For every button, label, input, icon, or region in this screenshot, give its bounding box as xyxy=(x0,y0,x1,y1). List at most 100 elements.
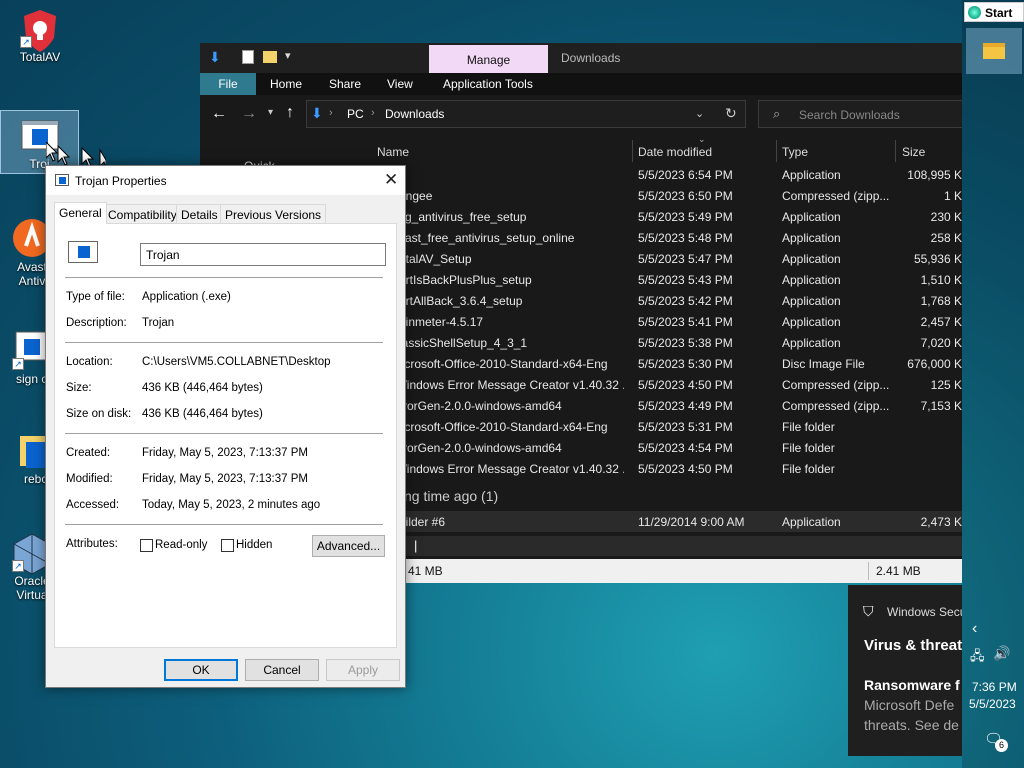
refresh-icon[interactable]: ↻ xyxy=(725,105,737,122)
attributes-label: Attributes: xyxy=(66,538,118,550)
start-orb-icon xyxy=(968,6,981,19)
start-label: Start xyxy=(985,6,1013,20)
file-date: 5/5/2023 6:54 PM xyxy=(638,168,733,182)
volume-icon[interactable]: 🔊 xyxy=(993,645,1010,662)
recent-locations-chevron-icon[interactable]: ▾ xyxy=(268,107,273,118)
file-explorer-taskbar-button[interactable] xyxy=(966,28,1022,74)
table-row[interactable]: otalAV_Setup 5/5/2023 5:47 PM Application 5… xyxy=(358,248,962,269)
advanced-button[interactable]: Advanced... xyxy=(312,535,385,557)
table-row[interactable]: rrorGen-2.0.0-windows-amd64 5/5/2023 4:49… xyxy=(358,395,962,416)
back-arrow-icon[interactable]: ← xyxy=(211,105,227,123)
up-arrow-icon[interactable]: ↑ xyxy=(286,104,294,122)
separator xyxy=(65,277,383,278)
status-total-size: 2.41 MB xyxy=(876,564,921,578)
file-date: 5/5/2023 5:43 PM xyxy=(638,273,733,287)
clock-time[interactable]: 7:36 PM xyxy=(972,680,1017,694)
table-row[interactable]: artIsBackPlusPlus_setup 5/5/2023 5:43 PM A… xyxy=(358,269,962,290)
file-size: 55,936 K xyxy=(913,252,962,266)
forward-arrow-icon[interactable]: → xyxy=(241,105,257,123)
description-value: Trojan xyxy=(142,317,175,329)
tab-details[interactable]: Details xyxy=(176,204,223,224)
hidden-label[interactable]: Hidden xyxy=(236,539,272,551)
column-header-size[interactable]: Size xyxy=(902,145,925,159)
file-type: Disc Image File xyxy=(782,357,865,371)
properties-icon[interactable] xyxy=(242,50,254,64)
tab-file[interactable]: File xyxy=(200,73,256,95)
horizontal-scrollbar[interactable]: | xyxy=(400,536,962,556)
tab-compatibility[interactable]: Compatibility xyxy=(103,204,182,224)
dropdown-chevron-icon[interactable]: ⌄ xyxy=(695,107,704,120)
file-date: 11/29/2014 9:00 AM xyxy=(638,515,745,529)
table-row[interactable]: vg_antivirus_free_setup 5/5/2023 5:49 PM A… xyxy=(358,206,962,227)
desktop-icon-totalav[interactable]: ↗ TotalAV xyxy=(8,8,72,64)
column-header-date[interactable]: Date modified xyxy=(638,145,712,159)
status-divider xyxy=(868,562,869,580)
chevron-left-icon[interactable]: ‹ xyxy=(972,620,977,638)
created-label: Created: xyxy=(66,447,111,459)
group-header[interactable]: ng time ago (1) xyxy=(404,488,498,504)
tab-home[interactable]: Home xyxy=(270,77,302,91)
table-row[interactable]: Vindows Error Message Creator v1.40.32 .… xyxy=(358,374,962,395)
hidden-checkbox[interactable] xyxy=(221,539,234,552)
file-size: 125 K xyxy=(930,378,962,392)
clock-date[interactable]: 5/5/2023 xyxy=(969,697,1016,711)
breadcrumb-separator-icon: › xyxy=(371,107,375,119)
file-name-input[interactable]: Trojan xyxy=(140,243,386,266)
customize-toolbar-icon[interactable]: ▾ xyxy=(285,49,291,62)
table-row[interactable]: artAllBack_3.6.4_setup 5/5/2023 5:42 PM Ap… xyxy=(358,290,962,311)
description-label: Description: xyxy=(66,317,127,329)
file-size: 2,457 K xyxy=(920,315,962,329)
tab-view[interactable]: View xyxy=(387,77,413,91)
sort-chevron-icon: ⌄ xyxy=(698,134,706,144)
read-only-label[interactable]: Read-only xyxy=(155,539,207,551)
file-name: lf xyxy=(399,168,624,182)
new-folder-icon[interactable] xyxy=(263,51,277,63)
table-row[interactable]: rrorGen-2.0.0-windows-amd64 5/5/2023 4:54… xyxy=(358,437,962,458)
network-icon[interactable]: 🖧 xyxy=(970,647,985,669)
table-row[interactable]: licrosoft-Office-2010-Standard-x64-Eng 5/… xyxy=(358,353,962,374)
column-header-type[interactable]: Type xyxy=(782,145,808,159)
ok-button[interactable]: OK xyxy=(164,659,238,681)
dialog-titlebar[interactable]: Trojan Properties ✕ xyxy=(46,166,405,195)
table-row[interactable]: licrosoft-Office-2010-Standard-x64-Eng 5/… xyxy=(358,416,962,437)
accessed-value: Today, May 5, 2023, 2 minutes ago xyxy=(142,499,321,511)
separator xyxy=(65,524,383,525)
apply-button[interactable]: Apply xyxy=(326,659,400,681)
tab-share[interactable]: Share xyxy=(329,77,361,91)
read-only-checkbox[interactable] xyxy=(140,539,153,552)
file-size: 1,510 K xyxy=(920,273,962,287)
table-row[interactable]: lf 5/5/2023 6:54 PM Application 108,995 K xyxy=(358,164,962,185)
table-row[interactable]: ungee 5/5/2023 6:50 PM Compressed (zipp...… xyxy=(358,185,962,206)
table-row[interactable]: lassicShellSetup_4_3_1 5/5/2023 5:38 PM Ap… xyxy=(358,332,962,353)
column-headers: Name ⌄ Date modified Type Size xyxy=(358,134,962,162)
file-name: Vindows Error Message Creator v1.40.32 .… xyxy=(399,378,624,392)
tab-application-tools[interactable]: Application Tools xyxy=(443,77,533,91)
file-type: File folder xyxy=(782,420,835,434)
breadcrumb-pc[interactable]: PC xyxy=(347,107,364,121)
table-row[interactable]: Vindows Error Message Creator v1.40.32 .… xyxy=(358,458,962,479)
column-divider xyxy=(895,140,896,162)
file-name: licrosoft-Office-2010-Standard-x64-Eng xyxy=(399,420,608,434)
start-button[interactable]: Start xyxy=(964,2,1024,22)
tab-general[interactable]: General xyxy=(54,202,107,224)
column-header-name[interactable]: Name xyxy=(377,145,409,159)
search-input[interactable]: ⌕ Search Downloads xyxy=(758,100,962,128)
table-row[interactable]: ainmeter-4.5.17 5/5/2023 5:41 PM Applicati… xyxy=(358,311,962,332)
size-label: Size: xyxy=(66,382,92,394)
trojan-properties-dialog[interactable]: Trojan Properties ✕ General Compatibilit… xyxy=(45,165,406,688)
tab-previous-versions[interactable]: Previous Versions xyxy=(220,204,327,224)
file-type: Application xyxy=(782,231,841,245)
shield-icon: ⛉ xyxy=(863,603,874,619)
action-center-icon[interactable]: 🗨 6 xyxy=(984,730,1008,752)
file-name: licrosoft-Office-2010-Standard-x64-Eng xyxy=(399,357,608,371)
table-row[interactable]: uilder #6 11/29/2014 9:00 AM Application… xyxy=(358,511,962,532)
address-bar[interactable]: ⬇ › PC › Downloads ⌄ ↻ xyxy=(306,100,746,128)
table-row[interactable]: vast_free_antivirus_setup_online 5/5/2023… xyxy=(358,227,962,248)
type-value: Application (.exe) xyxy=(142,291,231,303)
windows-security-notification[interactable]: ⛉ Windows Secu Virus & threat Ransomware… xyxy=(848,585,962,756)
close-icon[interactable]: ✕ xyxy=(384,170,398,190)
breadcrumb-downloads[interactable]: Downloads xyxy=(385,107,444,121)
explorer-titlebar[interactable]: ⬇ ▾ Manage Downloads xyxy=(200,43,962,73)
cancel-button[interactable]: Cancel xyxy=(245,659,319,681)
tab-manage[interactable]: Manage xyxy=(429,45,548,73)
